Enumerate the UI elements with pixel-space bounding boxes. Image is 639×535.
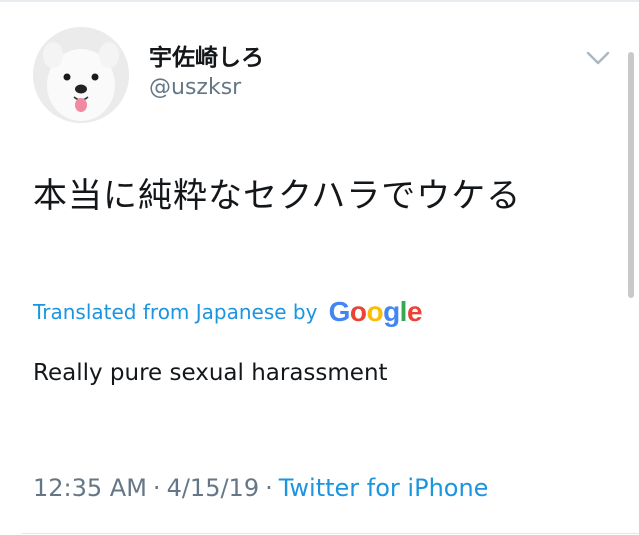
tweet-text: 本当に純粋なセクハラでウケる <box>33 176 522 216</box>
scrollbar-thumb[interactable] <box>628 52 634 298</box>
bottom-divider <box>22 533 639 534</box>
top-divider <box>0 0 639 2</box>
google-logo[interactable]: Google <box>329 296 423 328</box>
tweet-meta: 12:35 AM · 4/15/19 · Twitter for iPhone <box>33 474 488 502</box>
tweet-detail-card: 宇佐崎しろ @uszksr 本当に純粋なセクハラでウケる Translated … <box>0 0 639 535</box>
display-name[interactable]: 宇佐崎しろ <box>149 38 264 72</box>
meta-separator: · <box>265 474 273 502</box>
tweet-source-link[interactable]: Twitter for iPhone <box>279 474 489 502</box>
user-handle[interactable]: @uszksr <box>149 75 241 100</box>
meta-separator: · <box>152 474 161 502</box>
avatar[interactable] <box>33 27 129 123</box>
translated-text: Really pure sexual harassment <box>33 360 388 386</box>
tweet-date[interactable]: 4/15/19 <box>167 474 260 502</box>
chevron-down-icon[interactable] <box>584 48 612 68</box>
tweet-time[interactable]: 12:35 AM <box>33 474 147 502</box>
translated-from-label: Translated from Japanese by <box>33 300 318 324</box>
translation-attribution: Translated from Japanese by Google <box>33 296 423 332</box>
white-dog-avatar-icon <box>33 27 129 123</box>
